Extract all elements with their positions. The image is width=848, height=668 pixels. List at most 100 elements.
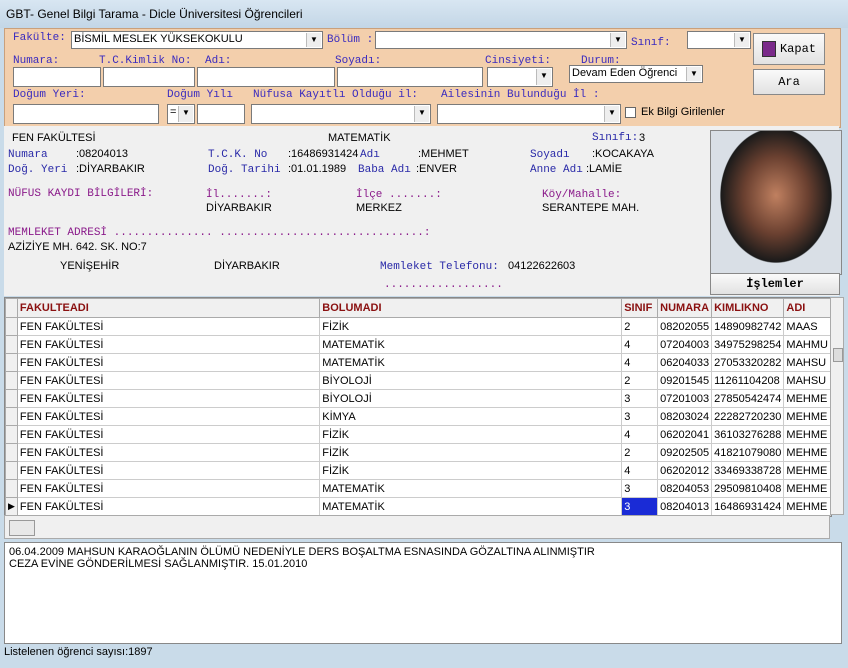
row-selector[interactable] <box>5 389 18 408</box>
table-cell[interactable]: FEN FAKÜLTESİ <box>16 479 321 498</box>
table-cell[interactable]: 41821079080 <box>711 443 785 462</box>
row-selector[interactable] <box>5 443 18 462</box>
table-cell[interactable]: 16486931424 <box>711 497 785 516</box>
table-cell[interactable]: 3 <box>621 389 659 408</box>
table-row[interactable]: FEN FAKÜLTESİ KİMYA 3 08203024 22282720230 ME… <box>5 407 831 426</box>
table-cell[interactable]: 09201545 <box>657 371 713 390</box>
table-cell[interactable]: 11261104208 <box>711 371 785 390</box>
table-cell[interactable]: 2 <box>621 371 659 390</box>
table-cell[interactable]: 34975298254 <box>711 335 785 354</box>
table-cell[interactable]: FİZİK <box>319 425 623 444</box>
table-cell[interactable]: 27850542474 <box>711 389 785 408</box>
ara-button[interactable]: Ara <box>753 69 825 95</box>
row-selector[interactable] <box>5 371 18 390</box>
table-cell[interactable]: 14890982742 <box>711 317 785 336</box>
table-cell[interactable]: MEHME <box>783 443 831 462</box>
table-cell[interactable]: MATEMATİK <box>319 497 623 516</box>
bolum-select[interactable]: ▼ <box>375 31 627 49</box>
durum-select[interactable]: Devam Eden Öğrenci ▼ <box>569 65 703 83</box>
table-row[interactable]: ▶ FEN FAKÜLTESİ MATEMATİK 3 08204013 16486931… <box>5 497 831 516</box>
islemler-button[interactable]: İşlemler <box>710 273 840 295</box>
cinsiyet-select[interactable]: ▼ <box>487 67 553 87</box>
table-cell[interactable]: 08202055 <box>657 317 713 336</box>
table-cell[interactable]: 07201003 <box>657 389 713 408</box>
dogum-yili-operator[interactable]: = ▼ <box>167 104 195 124</box>
table-cell[interactable]: MEHME <box>783 407 831 426</box>
numara-input[interactable] <box>13 67 101 87</box>
table-row[interactable]: FEN FAKÜLTESİ MATEMATİK 3 08204053 295098104… <box>5 479 831 498</box>
chevron-down-icon[interactable]: ▼ <box>306 33 321 47</box>
table-cell[interactable]: MATEMATİK <box>319 353 623 372</box>
table-cell[interactable]: MAHSU <box>783 353 831 372</box>
row-selector[interactable] <box>5 425 18 444</box>
table-cell[interactable]: 36103276288 <box>711 425 785 444</box>
vertical-scrollbar[interactable] <box>830 297 844 515</box>
table-cell[interactable]: FEN FAKÜLTESİ <box>16 461 321 480</box>
column-header[interactable]: ADI <box>783 298 831 318</box>
table-row[interactable]: FEN FAKÜLTESİ FİZİK 2 08202055 14890982742 MA… <box>5 317 831 336</box>
fakulte-select[interactable]: BİSMİL MESLEK YÜKSEKOKULU ▼ <box>71 31 323 49</box>
nufus-il-select[interactable]: ▼ <box>251 104 431 124</box>
ek-bilgi-checkbox[interactable] <box>625 107 636 118</box>
table-cell[interactable]: 08204053 <box>657 479 713 498</box>
table-cell[interactable]: 08204013 <box>657 497 713 516</box>
chevron-down-icon[interactable]: ▼ <box>604 106 619 122</box>
table-row[interactable]: FEN FAKÜLTESİ MATEMATİK 4 07204003 349752982… <box>5 335 831 354</box>
row-selector[interactable]: ▶ <box>5 497 18 516</box>
row-selector[interactable] <box>5 407 18 426</box>
scroll-thumb[interactable] <box>833 348 843 362</box>
table-row[interactable]: FEN FAKÜLTESİ BİYOLOJİ 3 07201003 2785054247… <box>5 389 831 408</box>
kapat-button[interactable]: Kapat <box>753 33 825 65</box>
table-cell[interactable]: MEHME <box>783 389 831 408</box>
table-cell[interactable]: MEHME <box>783 425 831 444</box>
table-row[interactable]: FEN FAKÜLTESİ FİZİK 2 09202505 41821079080 ME… <box>5 443 831 462</box>
table-cell[interactable]: FEN FAKÜLTESİ <box>16 497 321 516</box>
table-cell[interactable]: 4 <box>621 425 659 444</box>
table-cell[interactable]: MATEMATİK <box>319 335 623 354</box>
column-header[interactable]: BOLUMADI <box>319 298 623 318</box>
table-cell[interactable]: 2 <box>621 317 659 336</box>
column-header[interactable]: FAKULTEADI <box>16 298 321 318</box>
table-cell[interactable]: 06202041 <box>657 425 713 444</box>
chevron-down-icon[interactable]: ▼ <box>536 69 551 85</box>
table-row[interactable]: FEN FAKÜLTESİ MATEMATİK 4 06204033 270533202… <box>5 353 831 372</box>
table-row[interactable]: FEN FAKÜLTESİ FİZİK 4 06202041 36103276288 ME… <box>5 425 831 444</box>
row-selector[interactable] <box>5 353 18 372</box>
table-cell[interactable]: 3 <box>621 479 659 498</box>
row-selector[interactable] <box>5 335 18 354</box>
table-cell[interactable]: FEN FAKÜLTESİ <box>16 407 321 426</box>
table-cell[interactable]: MAAS <box>783 317 831 336</box>
student-grid[interactable]: FAKULTEADI BOLUMADI SINIF NUMARA KIMLIKNO ADI… <box>4 297 832 517</box>
table-cell[interactable]: 06202012 <box>657 461 713 480</box>
table-row[interactable]: FEN FAKÜLTESİ BİYOLOJİ 2 09201545 1126110420… <box>5 371 831 390</box>
table-cell[interactable]: FEN FAKÜLTESİ <box>16 371 321 390</box>
table-cell[interactable]: FEN FAKÜLTESİ <box>16 425 321 444</box>
table-cell[interactable]: MAHMU <box>783 335 831 354</box>
table-cell[interactable]: MEHME <box>783 479 831 498</box>
table-cell[interactable]: 08203024 <box>657 407 713 426</box>
table-cell[interactable]: 3 <box>621 407 659 426</box>
table-cell[interactable]: FİZİK <box>319 461 623 480</box>
table-cell[interactable]: MEHME <box>783 461 831 480</box>
table-cell[interactable]: 06204033 <box>657 353 713 372</box>
column-header[interactable]: KIMLIKNO <box>711 298 785 318</box>
table-cell[interactable]: BİYOLOJİ <box>319 371 623 390</box>
table-cell[interactable]: FEN FAKÜLTESİ <box>16 317 321 336</box>
column-header[interactable]: NUMARA <box>657 298 713 318</box>
table-cell[interactable]: FİZİK <box>319 443 623 462</box>
column-header[interactable]: SINIF <box>621 298 659 318</box>
table-cell[interactable]: 29509810408 <box>711 479 785 498</box>
table-cell[interactable]: 4 <box>621 335 659 354</box>
table-cell[interactable]: 27053320282 <box>711 353 785 372</box>
tckimlik-input[interactable] <box>103 67 195 87</box>
table-cell[interactable]: 09202505 <box>657 443 713 462</box>
row-selector[interactable] <box>5 479 18 498</box>
table-cell[interactable]: FEN FAKÜLTESİ <box>16 353 321 372</box>
adi-input[interactable] <box>197 67 335 87</box>
table-row[interactable]: FEN FAKÜLTESİ FİZİK 4 06202012 33469338728 ME… <box>5 461 831 480</box>
table-cell[interactable]: MATEMATİK <box>319 479 623 498</box>
table-cell[interactable]: BİYOLOJİ <box>319 389 623 408</box>
aile-il-select[interactable]: ▼ <box>437 104 621 124</box>
table-cell[interactable]: MEHME <box>783 497 831 516</box>
chevron-down-icon[interactable]: ▼ <box>734 33 749 47</box>
